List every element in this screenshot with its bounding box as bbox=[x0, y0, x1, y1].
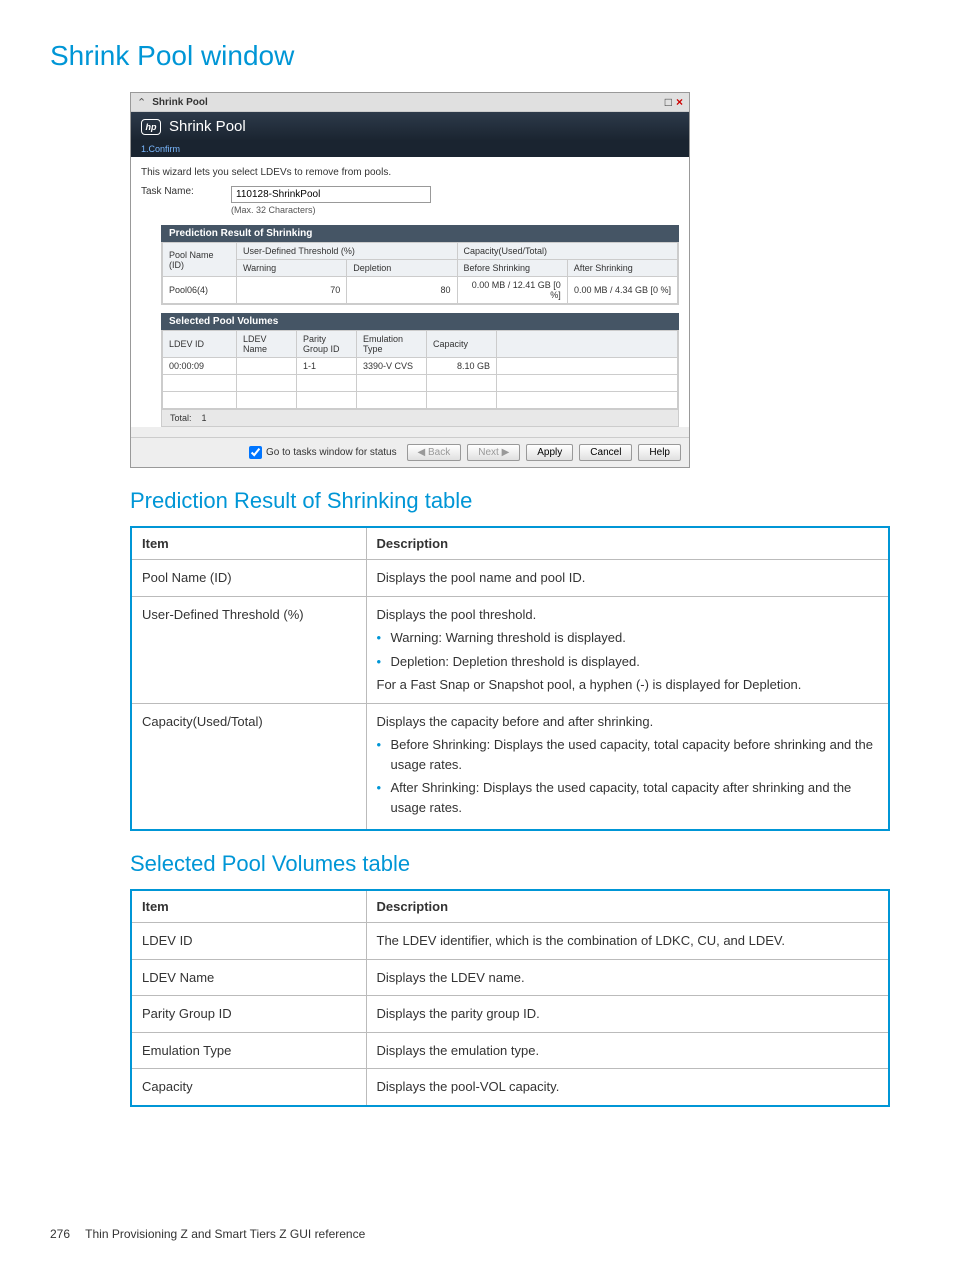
cell-emu: 3390-V CVS bbox=[357, 358, 427, 375]
prediction-header: Prediction Result of Shrinking bbox=[161, 225, 679, 242]
cell-ldev-id: 00:00:09 bbox=[163, 358, 237, 375]
table-row: LDEV ID The LDEV identifier, which is th… bbox=[131, 923, 889, 960]
total-label: Total: bbox=[170, 413, 192, 423]
wizard-footer: Go to tasks window for status ◀ Back Nex… bbox=[131, 437, 689, 467]
table-row: Capacity Displays the pool-VOL capacity. bbox=[131, 1069, 889, 1106]
cell-desc: Displays the parity group ID. bbox=[366, 996, 889, 1033]
wizard-brandbar: hp Shrink Pool bbox=[131, 112, 689, 141]
cell-item: User-Defined Threshold (%) bbox=[131, 596, 366, 703]
cell-parity: 1-1 bbox=[297, 358, 357, 375]
table-row: Pool Name (ID) Displays the pool name an… bbox=[131, 560, 889, 597]
table-row: Parity Group ID Displays the parity grou… bbox=[131, 996, 889, 1033]
table-row bbox=[163, 392, 678, 409]
table-row: User-Defined Threshold (%) Displays the … bbox=[131, 596, 889, 703]
shrink-pool-wizard: ⌃ Shrink Pool □ × hp Shrink Pool 1.Confi… bbox=[130, 92, 690, 468]
cell-desc: Displays the pool name and pool ID. bbox=[366, 560, 889, 597]
cell-item: Pool Name (ID) bbox=[131, 560, 366, 597]
task-name-hint: (Max. 32 Characters) bbox=[231, 205, 431, 215]
help-button[interactable]: Help bbox=[638, 444, 681, 461]
cell-desc: Displays the pool threshold. Warning: Wa… bbox=[366, 596, 889, 703]
cell-desc: The LDEV identifier, which is the combin… bbox=[366, 923, 889, 960]
col-parity: Parity Group ID bbox=[297, 331, 357, 358]
task-name-input[interactable] bbox=[231, 186, 431, 203]
table-row: 00:00:09 1-1 3390-V CVS 8.10 GB bbox=[163, 358, 678, 375]
col-description: Description bbox=[366, 527, 889, 560]
footer-text: Thin Provisioning Z and Smart Tiers Z GU… bbox=[85, 1227, 365, 1241]
hp-logo-icon: hp bbox=[141, 119, 161, 135]
selected-table: LDEV ID LDEV Name Parity Group ID Emulat… bbox=[162, 330, 678, 409]
table-row: Emulation Type Displays the emulation ty… bbox=[131, 1032, 889, 1069]
cell-ldev-name bbox=[237, 358, 297, 375]
cell-warning: 70 bbox=[237, 277, 347, 304]
task-name-label: Task Name: bbox=[141, 186, 231, 197]
prediction-table: Pool Name (ID) User-Defined Threshold (%… bbox=[162, 242, 678, 304]
collapse-icon[interactable]: ⌃ bbox=[137, 96, 146, 109]
cell-item: Parity Group ID bbox=[131, 996, 366, 1033]
close-icon[interactable]: × bbox=[676, 95, 683, 109]
brandbar-title: Shrink Pool bbox=[169, 118, 246, 135]
wizard-titlebar: ⌃ Shrink Pool □ × bbox=[131, 93, 689, 112]
col-ldev-name: LDEV Name bbox=[237, 331, 297, 358]
cell-desc: Displays the capacity before and after s… bbox=[366, 703, 889, 830]
page-number: 276 bbox=[50, 1227, 70, 1241]
col-emu: Emulation Type bbox=[357, 331, 427, 358]
col-description: Description bbox=[366, 890, 889, 923]
selected-desc-table: Item Description LDEV ID The LDEV identi… bbox=[130, 889, 890, 1107]
col-depletion: Depletion bbox=[347, 260, 457, 277]
cell-before: 0.00 MB / 12.41 GB [0 %] bbox=[457, 277, 567, 304]
table-row: LDEV Name Displays the LDEV name. bbox=[131, 959, 889, 996]
prediction-desc-table: Item Description Pool Name (ID) Displays… bbox=[130, 526, 890, 831]
goto-tasks-label: Go to tasks window for status bbox=[266, 447, 397, 458]
table-row: Capacity(Used/Total) Displays the capaci… bbox=[131, 703, 889, 830]
cell-desc: Displays the emulation type. bbox=[366, 1032, 889, 1069]
col-capacity-sel: Capacity bbox=[427, 331, 497, 358]
cell-item: LDEV ID bbox=[131, 923, 366, 960]
col-item: Item bbox=[131, 527, 366, 560]
wizard-instruction: This wizard lets you select LDEVs to rem… bbox=[141, 167, 679, 178]
col-capacity: Capacity(Used/Total) bbox=[457, 243, 678, 260]
selected-header: Selected Pool Volumes bbox=[161, 313, 679, 330]
cell-item: Capacity(Used/Total) bbox=[131, 703, 366, 830]
col-item: Item bbox=[131, 890, 366, 923]
table-row: Pool06(4) 70 80 0.00 MB / 12.41 GB [0 %]… bbox=[163, 277, 678, 304]
step-confirm: 1.Confirm bbox=[141, 144, 180, 154]
apply-button[interactable]: Apply bbox=[526, 444, 573, 461]
table-row bbox=[163, 375, 678, 392]
cell-item: Capacity bbox=[131, 1069, 366, 1106]
page-title: Shrink Pool window bbox=[50, 40, 904, 72]
cell-after: 0.00 MB / 4.34 GB [0 %] bbox=[567, 277, 677, 304]
cell-item: Emulation Type bbox=[131, 1032, 366, 1069]
cell-desc: Displays the pool-VOL capacity. bbox=[366, 1069, 889, 1106]
wizard-title: Shrink Pool bbox=[152, 97, 661, 108]
maximize-icon[interactable]: □ bbox=[665, 95, 672, 109]
col-before: Before Shrinking bbox=[457, 260, 567, 277]
wizard-stepbar: 1.Confirm bbox=[131, 141, 689, 157]
cell-pool: Pool06(4) bbox=[163, 277, 237, 304]
col-blank bbox=[497, 331, 678, 358]
col-after: After Shrinking bbox=[567, 260, 677, 277]
next-button[interactable]: Next ▶ bbox=[467, 444, 520, 461]
cancel-button[interactable]: Cancel bbox=[579, 444, 632, 461]
cell-depletion: 80 bbox=[347, 277, 457, 304]
col-warning: Warning bbox=[237, 260, 347, 277]
col-pool-name: Pool Name (ID) bbox=[163, 243, 237, 277]
total-value: 1 bbox=[202, 413, 207, 423]
cell-capacity: 8.10 GB bbox=[427, 358, 497, 375]
page-footer: 276 Thin Provisioning Z and Smart Tiers … bbox=[50, 1227, 365, 1241]
cell-item: LDEV Name bbox=[131, 959, 366, 996]
cell-desc: Displays the LDEV name. bbox=[366, 959, 889, 996]
goto-tasks-checkbox[interactable]: Go to tasks window for status bbox=[249, 446, 397, 459]
section-prediction-title: Prediction Result of Shrinking table bbox=[130, 488, 904, 514]
back-button[interactable]: ◀ Back bbox=[407, 444, 462, 461]
col-user-thresh: User-Defined Threshold (%) bbox=[237, 243, 458, 260]
section-selected-title: Selected Pool Volumes table bbox=[130, 851, 904, 877]
goto-tasks-check[interactable] bbox=[249, 446, 262, 459]
selected-total: Total: 1 bbox=[161, 410, 679, 427]
col-ldev-id: LDEV ID bbox=[163, 331, 237, 358]
